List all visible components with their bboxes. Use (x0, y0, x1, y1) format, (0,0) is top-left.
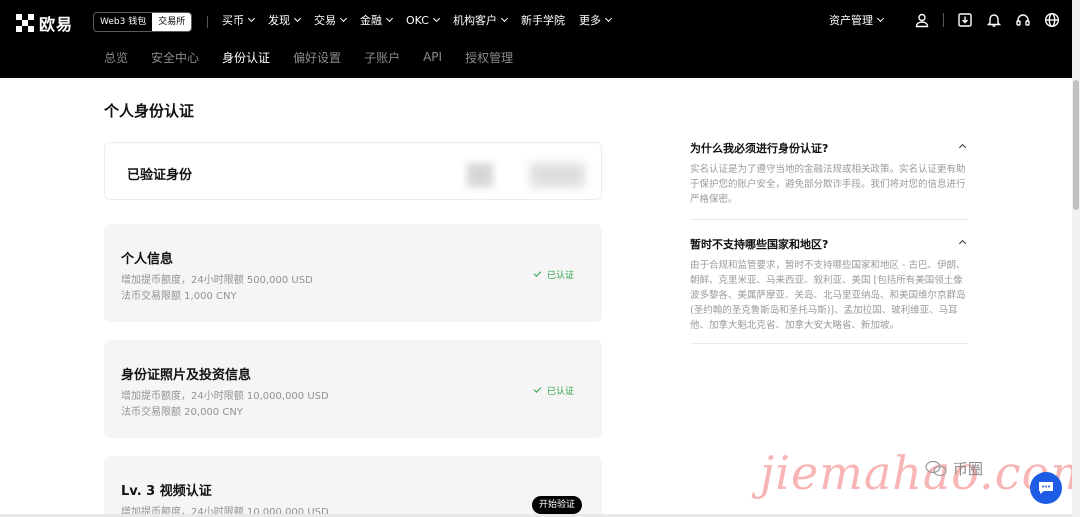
faq-item-why-verify[interactable]: 为什么我必须进行身份认证? 实名认证是为了遵守当地的金融法规或相关政策。实名认证… (690, 140, 968, 220)
menu-label: 更多 (578, 14, 601, 27)
menu-item-buy[interactable]: 买币 (222, 12, 256, 28)
level-withdraw-limit: 增加提币额度，24小时限额 500,000 USD (121, 275, 313, 286)
check-icon (533, 385, 542, 393)
check-icon (533, 269, 542, 277)
subnav-authorization[interactable]: 授权管理 (465, 49, 513, 66)
menu-item-more[interactable]: 更多 (578, 12, 612, 28)
menu-item-academy[interactable]: 新手学院 (521, 12, 565, 28)
menu-item-okc[interactable]: OKC (406, 13, 440, 27)
chevron-down-icon (500, 14, 508, 23)
logo[interactable]: 欧易 (16, 11, 73, 35)
level-title: Lv. 3 视频认证 (121, 484, 212, 499)
level-card-id-photo: 身份证照片及投资信息 增加提币额度，24小时限额 10,000,000 USD … (104, 340, 602, 438)
level-card-video-verification: Lv. 3 视频认证 增加提币额度，24小时限额 10,000,000 USD … (104, 456, 602, 517)
page-scrollbar[interactable] (1072, 0, 1080, 517)
asset-management-menu[interactable]: 资产管理 (829, 12, 885, 28)
level-fiat-limit: 法币交易限额 20,000 CNY (121, 407, 243, 418)
wechat-label: 币圈 (953, 460, 984, 478)
subnav-sub-accounts[interactable]: 子账户 (364, 49, 400, 66)
level-withdraw-limit: 增加提币额度，24小时限额 10,000,000 USD (121, 391, 329, 402)
menu-item-institutional[interactable]: 机构客户 (452, 12, 508, 28)
chevron-down-icon (293, 14, 302, 23)
wechat-watermark: 币圈 (925, 458, 983, 479)
faq-item-unsupported-regions[interactable]: 暂时不支持哪些国家和地区? 由于合规和监管要求，暂时不支持哪些国家和地区 - 古… (690, 236, 968, 344)
asset-label: 资产管理 (829, 14, 873, 27)
subnav-api[interactable]: API (423, 50, 442, 64)
subnav-preferences[interactable]: 偏好设置 (293, 49, 341, 66)
status-label: 已认证 (547, 387, 575, 397)
account-subnav: 总览 安全中心 身份认证 偏好设置 子账户 API 授权管理 (104, 40, 536, 74)
status-label: 已认证 (547, 271, 575, 281)
chevron-down-icon (876, 14, 885, 23)
bell-icon[interactable] (986, 12, 1002, 28)
chevron-down-icon (247, 14, 256, 23)
brand-name: 欧易 (39, 15, 74, 34)
subnav-identity-verification[interactable]: 身份认证 (222, 49, 270, 66)
chevron-down-icon (339, 14, 348, 23)
menu-label: 发现 (268, 14, 290, 27)
menu-item-trade[interactable]: 交易 (314, 12, 348, 28)
web3-wallet-tab[interactable]: Web3 钱包 (94, 13, 152, 31)
chat-icon (1039, 482, 1053, 494)
level-title: 身份证照片及投资信息 (121, 368, 252, 383)
wallet-exchange-switch[interactable]: Web3 钱包 交易所 (93, 12, 193, 32)
top-bar: 欧易 Web3 钱包 交易所 买币 发现 交易 金融 OKC 机构客户 新手学院… (0, 0, 1080, 78)
chevron-down-icon (385, 14, 394, 23)
scrollbar-thumb[interactable] (1073, 80, 1079, 210)
verified-identity-label: 已验证身份 (127, 168, 193, 183)
wechat-icon (925, 460, 947, 476)
support-chat-button[interactable] (1030, 472, 1062, 504)
level-fiat-limit: 法币交易限额 1,000 CNY (121, 291, 237, 302)
menu-label: OKC (406, 13, 429, 27)
exchange-tab[interactable]: 交易所 (152, 13, 192, 31)
chevron-down-icon (432, 14, 440, 23)
download-icon[interactable] (957, 12, 973, 28)
menu-item-discover[interactable]: 发现 (268, 12, 302, 28)
header-tools: 资产管理 (829, 0, 1060, 40)
chevron-down-icon (604, 14, 612, 23)
menu-item-finance[interactable]: 金融 (360, 12, 394, 28)
menu-label: 买币 (222, 14, 244, 27)
faq-question[interactable]: 为什么我必须进行身份认证? (690, 140, 968, 156)
globe-icon[interactable] (1044, 12, 1060, 28)
menu-label: 机构客户 (452, 14, 497, 27)
faq-answer: 实名认证是为了遵守当地的金融法规或相关政策。实名认证更有助于保护您的账户安全，避… (690, 164, 966, 205)
okx-logo-icon (16, 14, 34, 32)
status-badge: 已认证 (533, 268, 575, 281)
subnav-security[interactable]: 安全中心 (151, 49, 199, 66)
menu-label: 新手学院 (520, 14, 565, 27)
page-title: 个人身份认证 (104, 102, 195, 120)
subnav-overview[interactable]: 总览 (104, 49, 128, 66)
menu-label: 金融 (360, 14, 382, 27)
faq-question[interactable]: 暂时不支持哪些国家和地区? (690, 236, 968, 252)
start-verification-button[interactable]: 开始验证 (532, 496, 583, 514)
redacted-name (467, 163, 493, 187)
level-title: 个人信息 (121, 252, 174, 267)
divider (943, 13, 944, 27)
headset-icon[interactable] (1015, 12, 1031, 28)
faq-answer: 由于合规和监管要求，暂时不支持哪些国家和地区 - 古巴、伊朗、朝鲜、克里米亚、马… (690, 260, 966, 331)
divider (207, 16, 208, 28)
main-menu: 买币 发现 交易 金融 OKC 机构客户 新手学院 更多 (222, 0, 625, 40)
user-icon[interactable] (914, 12, 930, 28)
level-card-personal-info: 个人信息 增加提币额度，24小时限额 500,000 USD 法币交易限额 1,… (104, 224, 602, 322)
verified-identity-card: 已验证身份 (104, 142, 602, 200)
status-badge: 已认证 (533, 384, 575, 397)
menu-label: 交易 (314, 14, 336, 27)
redacted-id (530, 163, 585, 187)
